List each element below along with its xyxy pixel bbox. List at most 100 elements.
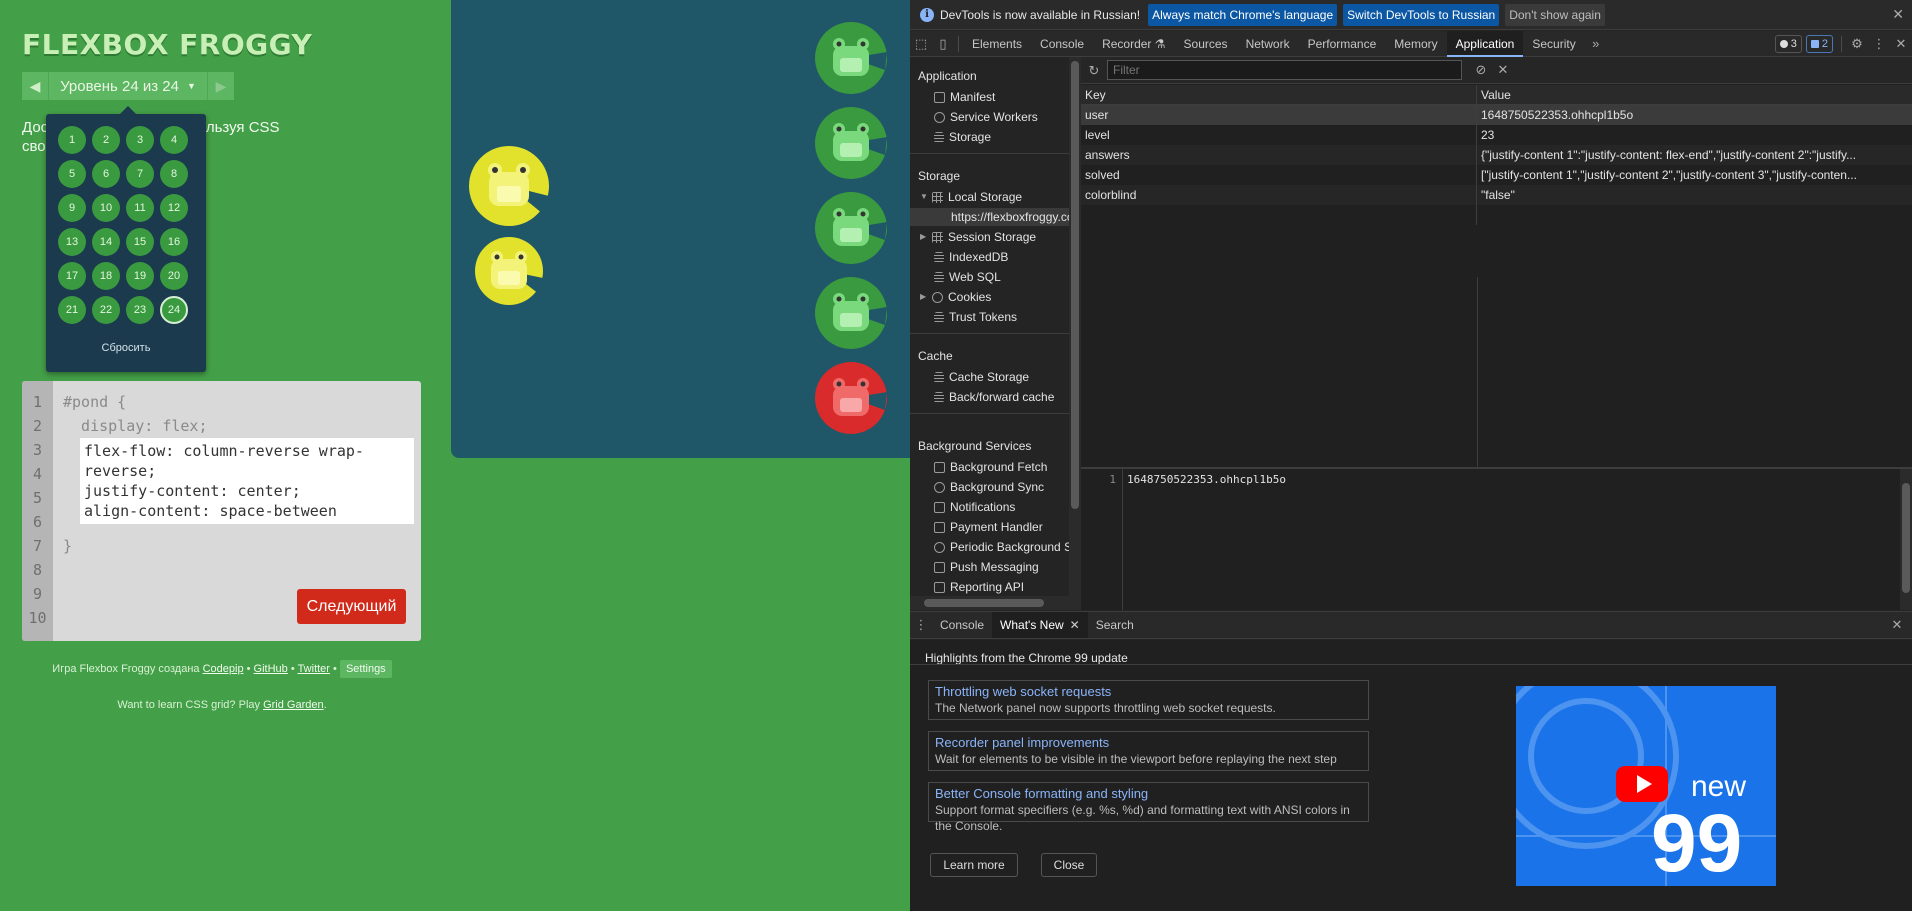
whats-new-card[interactable]: Recorder panel improvements Wait for ele… — [928, 731, 1369, 771]
close-devtools-icon[interactable]: ✕ — [1890, 33, 1912, 55]
prev-level-arrow-icon[interactable]: ◀ — [22, 72, 48, 100]
whats-new-card[interactable]: Better Console formatting and styling Su… — [928, 782, 1369, 833]
tab-security[interactable]: Security — [1523, 31, 1584, 57]
sidebar-item-manifest[interactable]: Manifest — [934, 88, 995, 106]
clear-all-icon[interactable]: ⊘ — [1470, 59, 1492, 81]
next-button[interactable]: Следующий — [297, 589, 406, 624]
sidebar-item-trust-tokens[interactable]: Trust Tokens — [934, 308, 1017, 326]
tab-performance[interactable]: Performance — [1299, 31, 1386, 57]
level-selector[interactable]: Уровень 24 из 24 ▼ — [48, 72, 208, 100]
dont-show-again-button[interactable]: Don't show again — [1505, 3, 1605, 26]
more-tabs-icon[interactable]: » — [1585, 33, 1607, 55]
sidebar-item-payment-handler[interactable]: Payment Handler — [934, 518, 1043, 536]
filter-input[interactable] — [1107, 60, 1462, 80]
chrome-99-video-thumbnail[interactable]: new 99 — [1516, 686, 1776, 886]
level-dot[interactable]: 22 — [92, 296, 120, 324]
sidebar-item-service-workers[interactable]: Service Workers — [934, 108, 1038, 126]
sidebar-item-cookies[interactable]: ▶ Cookies — [920, 288, 991, 306]
device-toolbar-icon[interactable]: ▯ — [932, 33, 954, 55]
sidebar-item-web-sql[interactable]: Web SQL — [934, 268, 1001, 286]
tab-elements[interactable]: Elements — [963, 31, 1031, 57]
sidebar-item-periodic-background-sync[interactable]: Periodic Background Sync — [934, 538, 1069, 556]
sidebar-item-session-storage[interactable]: ▶ Session Storage — [920, 228, 1036, 246]
refresh-icon[interactable]: ↻ — [1083, 60, 1105, 82]
preview-value[interactable]: 1648750522353.ohhcpl1b5o — [1127, 473, 1286, 486]
answer-textarea[interactable]: flex-flow: column-reverse wrap-reverse; … — [80, 438, 414, 524]
close-tab-icon[interactable]: ✕ — [1070, 618, 1080, 632]
level-dot[interactable]: 7 — [126, 160, 154, 188]
level-dot[interactable]: 11 — [126, 194, 154, 222]
level-dot[interactable]: 6 — [92, 160, 120, 188]
level-dot[interactable]: 9 — [58, 194, 86, 222]
level-dot[interactable]: 10 — [92, 194, 120, 222]
level-dot[interactable]: 14 — [92, 228, 120, 256]
level-dot[interactable]: 1 — [58, 126, 86, 154]
sidebar-item-push-messaging[interactable]: Push Messaging — [934, 558, 1039, 576]
kebab-menu-icon[interactable]: ⋮ — [1868, 33, 1890, 55]
level-dot[interactable]: 3 — [126, 126, 154, 154]
card-title[interactable]: Recorder panel improvements — [935, 734, 1362, 751]
sidebar-item-background-sync[interactable]: Background Sync — [934, 478, 1044, 496]
tab-memory[interactable]: Memory — [1385, 31, 1446, 57]
sidebar-horizontal-scrollbar[interactable] — [910, 596, 1069, 610]
drawer-tab-search[interactable]: Search — [1088, 612, 1142, 638]
github-link[interactable]: GitHub — [254, 663, 288, 675]
inspect-element-icon[interactable]: ⬚ — [910, 33, 932, 55]
column-value[interactable]: Value — [1477, 85, 1912, 104]
level-dot[interactable]: 2 — [92, 126, 120, 154]
sidebar-item-background-fetch[interactable]: Background Fetch — [934, 458, 1047, 476]
table-row[interactable]: colorblind "false" — [1081, 185, 1912, 205]
sidebar-item-storage[interactable]: Storage — [934, 128, 991, 146]
next-level-arrow-icon[interactable]: ▶ — [208, 72, 234, 100]
level-dot[interactable]: 4 — [160, 126, 188, 154]
codepip-link[interactable]: Codepip — [203, 663, 244, 675]
sidebar-item-indexeddb[interactable]: IndexedDB — [934, 248, 1008, 266]
tab-sources[interactable]: Sources — [1175, 31, 1237, 57]
level-dot[interactable]: 23 — [126, 296, 154, 324]
sidebar-item-local-storage[interactable]: ▼ Local Storage — [920, 188, 1022, 206]
level-dot[interactable]: 21 — [58, 296, 86, 324]
sidebar-item-notifications[interactable]: Notifications — [934, 498, 1015, 516]
level-dot[interactable]: 16 — [160, 228, 188, 256]
level-dot[interactable]: 8 — [160, 160, 188, 188]
reset-button[interactable]: Сбросить — [46, 342, 206, 354]
infobar-close-icon[interactable]: ✕ — [1892, 6, 1904, 23]
settings-button[interactable]: Settings — [339, 660, 392, 678]
drawer-tab-console[interactable]: Console — [932, 612, 992, 638]
sidebar-item-reporting-api[interactable]: Reporting API — [934, 578, 1024, 596]
learn-more-button[interactable]: Learn more — [930, 853, 1018, 877]
sidebar-item-cache-storage[interactable]: Cache Storage — [934, 368, 1029, 386]
tab-application[interactable]: Application — [1446, 30, 1524, 57]
whats-new-card[interactable]: Throttling web socket requests The Netwo… — [928, 680, 1369, 720]
level-dot[interactable]: 18 — [92, 262, 120, 290]
level-dot[interactable]: 5 — [58, 160, 86, 188]
tab-recorder[interactable]: Recorder ⚗ — [1093, 31, 1174, 57]
table-row[interactable]: level 23 — [1081, 125, 1912, 145]
tab-console[interactable]: Console — [1031, 31, 1093, 57]
level-dot[interactable]: 19 — [126, 262, 154, 290]
level-dot[interactable]: 17 — [58, 262, 86, 290]
drawer-menu-icon[interactable]: ⋮ — [910, 614, 932, 636]
sidebar-item-flexboxfroggy-origin[interactable]: https://flexboxfroggy.co — [910, 208, 1069, 226]
issues-badge[interactable]: 3 — [1774, 34, 1802, 53]
level-dot[interactable]: 20 — [160, 262, 188, 290]
tab-network[interactable]: Network — [1237, 31, 1299, 57]
drawer-tab-whats-new[interactable]: What's New ✕ — [992, 612, 1088, 638]
switch-language-button[interactable]: Switch DevTools to Russian — [1343, 3, 1500, 26]
close-button[interactable]: Close — [1041, 853, 1097, 877]
level-dot[interactable]: 12 — [160, 194, 188, 222]
column-key[interactable]: Key — [1081, 85, 1477, 104]
sidebar-vertical-scrollbar[interactable] — [1069, 57, 1081, 610]
level-dot[interactable]: 24 — [160, 296, 188, 324]
level-dot[interactable]: 15 — [126, 228, 154, 256]
delete-selected-icon[interactable]: ✕ — [1492, 59, 1514, 81]
match-language-button[interactable]: Always match Chrome's language — [1148, 3, 1338, 26]
messages-badge[interactable]: 2 — [1805, 34, 1833, 53]
close-drawer-icon[interactable]: ✕ — [1886, 614, 1908, 636]
card-title[interactable]: Throttling web socket requests — [935, 683, 1362, 700]
sidebar-item-bfcache[interactable]: Back/forward cache — [934, 388, 1054, 406]
table-row[interactable]: user 1648750522353.ohhcpl1b5o — [1081, 105, 1912, 125]
settings-gear-icon[interactable]: ⚙ — [1846, 33, 1868, 55]
preview-scrollbar[interactable] — [1900, 469, 1912, 610]
table-row[interactable]: solved ["justify-content 1","justify-con… — [1081, 165, 1912, 185]
